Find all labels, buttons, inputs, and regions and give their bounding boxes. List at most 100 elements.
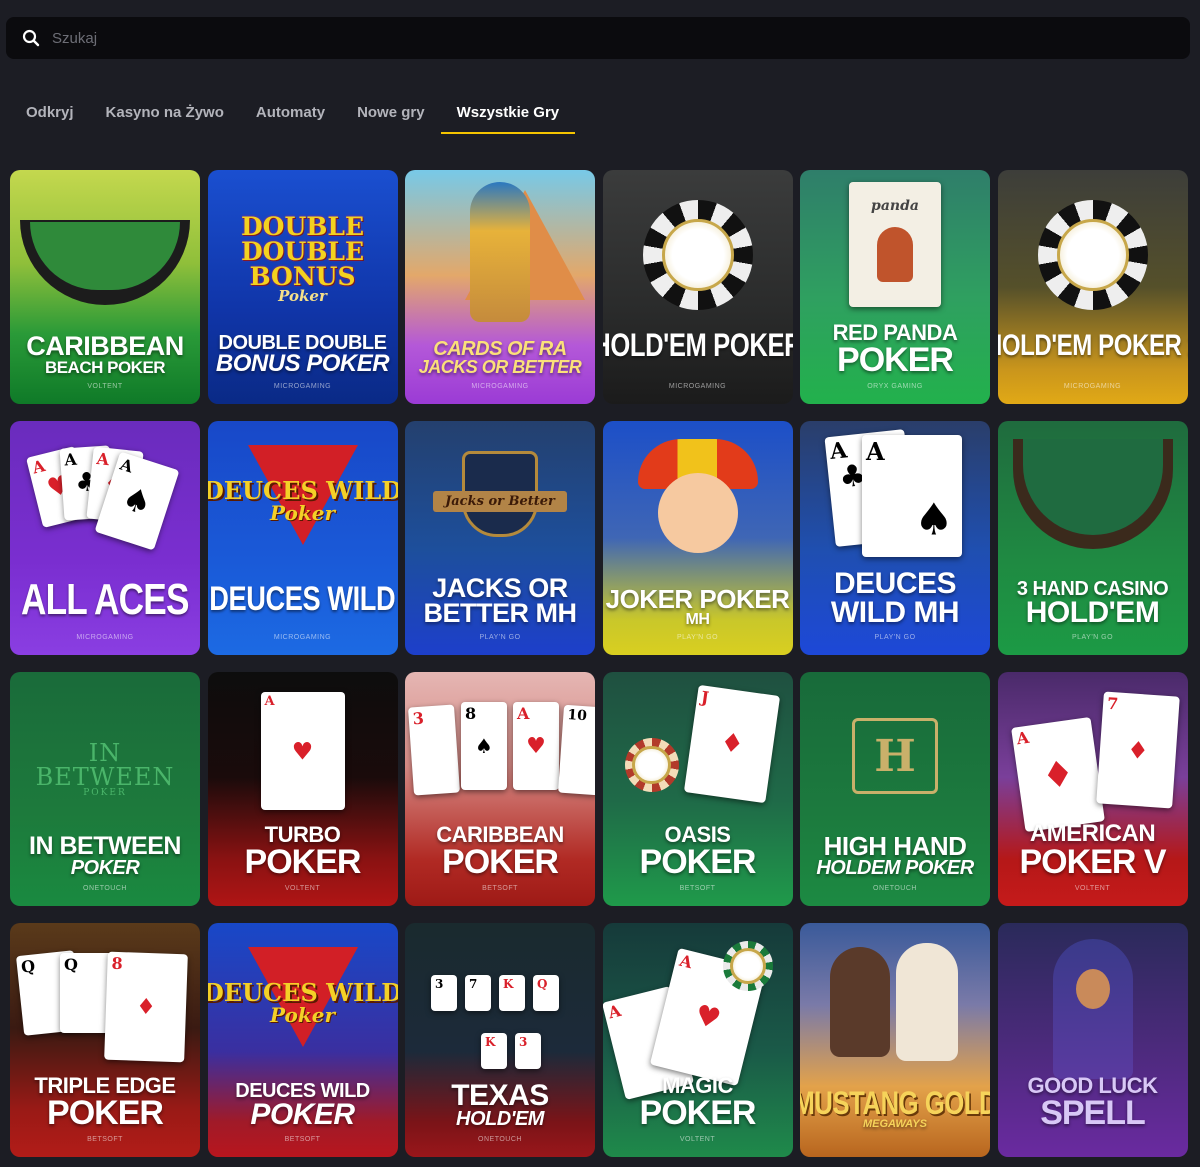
game-title-line1: HOLD'EM POKER — [602, 326, 793, 363]
game-provider: VOLTENT — [679, 1136, 716, 1143]
game-tile-all-aces[interactable]: A♥ A♣ A♦ A♠ ALL ACES MICROGAMING — [10, 421, 200, 655]
game-provider: BETSOFT — [679, 885, 716, 892]
game-tile-double-double-bonus-poker[interactable]: DOUBLE DOUBLE BONUS Poker DOUBLE DOUBLE … — [207, 170, 398, 404]
game-title-line2: POKER — [250, 1097, 355, 1131]
game-tile-oasis-poker[interactable]: J ♦ OASIS POKER BETSOFT — [602, 672, 793, 906]
tab-all-games[interactable]: Wszystkie Gry — [440, 96, 576, 134]
game-tile-american-poker-v[interactable]: A ♦ 7 ♦ AMERICAN POKER V VOLTENT — [997, 672, 1188, 906]
game-title-line1: CARIBBEAN — [26, 331, 184, 362]
poker-chip-icon — [624, 738, 679, 792]
search-input[interactable] — [50, 28, 1190, 48]
small-cards-art: 3 7 K Q K 3 — [405, 923, 595, 1097]
pharaoh-art — [405, 170, 595, 344]
game-title-line2: POKER — [837, 340, 954, 379]
game-provider: ONETOUCH — [83, 885, 127, 892]
game-title-line2: HOLD'EM — [1025, 595, 1160, 629]
hh-logo-art: H — [800, 672, 990, 846]
game-title-line2: SPELL — [1040, 1093, 1146, 1132]
deuces-logo: DEUCES WILD Poker — [208, 923, 398, 1097]
magic-cards-art: A A ♥ — [602, 923, 793, 1100]
horses-art — [800, 923, 990, 1097]
game-provider: VOLTENT — [284, 885, 321, 892]
game-title-line2: POKER — [442, 842, 559, 881]
game-tile-mustang-gold-megaways[interactable]: MUSTANG GOLD MEGAWAYS — [800, 923, 990, 1157]
game-tile-cards-of-ra[interactable]: CARDS OF RA JACKS OR BETTER MICROGAMING — [405, 170, 595, 404]
game-provider: BETSOFT — [284, 1136, 321, 1143]
game-provider: MICROGAMING — [668, 383, 727, 390]
game-provider: PLAY'N GO — [676, 634, 719, 641]
game-logo: DOUBLE DOUBLE BONUS Poker — [208, 170, 398, 344]
game-tile-deuces-wild-mh[interactable]: A ♣ A ♠ DEUCES WILD MH PLAY'N GO — [800, 421, 990, 655]
game-tile-jacks-or-better-mh[interactable]: Jacks or Better JACKS OR BETTER MH PLAY'… — [405, 421, 595, 655]
aces-cards-art: A♥ A♣ A♦ A♠ — [10, 421, 200, 595]
cards-fan-art: 3 8 ♠ A ♥ 10 — [405, 672, 595, 846]
game-tile-caribbean-poker[interactable]: 3 8 ♠ A ♥ 10 CARIBBEAN POKER BETSOFT — [405, 672, 595, 906]
game-title-line1: HIGH HAND — [823, 831, 967, 862]
game-title-line2: POKER — [47, 1093, 164, 1132]
game-tile-red-panda-poker[interactable]: panda RED PANDA POKER ORYX GAMING — [800, 170, 990, 404]
game-title-line2: POKER — [244, 842, 362, 881]
game-title-line1: MUSTANG GOLD — [800, 1085, 990, 1122]
game-provider: PLAY'N GO — [479, 634, 521, 641]
game-tile-turbo-poker[interactable]: A ♥ TURBO POKER VOLTENT — [207, 672, 398, 906]
ace-card-art: A ♥ — [208, 672, 398, 846]
poker-table-art — [10, 170, 200, 344]
game-title-line1: ALL ACES — [21, 575, 189, 625]
game-logo: IN BETWEEN POKER — [10, 672, 200, 846]
poker-chip-icon — [642, 200, 753, 310]
cards-art: Q Q 8 ♦ — [10, 923, 200, 1097]
game-provider: MICROGAMING — [76, 634, 134, 641]
game-title-line2: HOLDEM POKER — [816, 857, 974, 879]
game-provider: PLAY'N GO — [1071, 634, 1114, 641]
game-tile-triple-edge-poker[interactable]: Q Q 8 ♦ TRIPLE EDGE POKER BETSOFT — [10, 923, 200, 1157]
tab-live-casino[interactable]: Kasyno na Żywo — [90, 96, 240, 132]
search-bar[interactable] — [6, 17, 1190, 59]
poker-chip-icon — [1037, 200, 1148, 310]
game-provider: MICROGAMING — [273, 383, 332, 390]
game-title-line2: BETTER MH — [423, 598, 578, 629]
game-tile-3-hand-casino-holdem[interactable]: 3 HAND CASINO HOLD'EM PLAY'N GO — [997, 421, 1188, 655]
game-tile-texas-holdem[interactable]: 3 7 K Q K 3 TEXAS HOLD'EM ONETOUCH — [405, 923, 595, 1157]
category-tabs: Odkryj Kasyno na Żywo Automaty Nowe gry … — [10, 96, 576, 134]
game-tile-joker-poker-mh[interactable]: JOKER POKER MH PLAY'N GO — [602, 421, 793, 655]
game-provider: MICROGAMING — [471, 383, 529, 390]
game-tile-deuces-wild-poker[interactable]: DEUCES WILD Poker DEUCES WILD POKER BETS… — [207, 923, 398, 1157]
game-title-line1: JOKER POKER — [605, 584, 790, 615]
game-title-line2: POKER — [639, 1093, 757, 1132]
tab-slots[interactable]: Automaty — [240, 96, 341, 132]
game-provider: MICROGAMING — [273, 634, 332, 641]
game-title-line2: POKER — [639, 842, 757, 881]
game-title-line2: HOLD'EM — [456, 1108, 544, 1130]
game-provider: VOLTENT — [1074, 885, 1111, 892]
logo-text: DEUCES WILD — [207, 476, 398, 505]
game-title-line1: DEUCES — [833, 567, 957, 600]
game-tile-holdem-poker[interactable]: HOLD'EM POKER MICROGAMING — [602, 170, 793, 404]
game-provider: BETSOFT — [482, 885, 518, 892]
tab-new-games[interactable]: Nowe gry — [341, 96, 441, 132]
games-grid: CARIBBEAN BEACH POKER VOLTENT DOUBLE DOU… — [10, 170, 1188, 1157]
wizard-art — [998, 923, 1188, 1097]
game-tile-good-luck-spell[interactable]: GOOD LUCK SPELL — [997, 923, 1188, 1157]
game-title-line2: POKER V — [1019, 842, 1166, 881]
game-title-line2: BEACH POKER — [44, 357, 166, 377]
joker-art — [603, 421, 793, 595]
poker-chip-art — [603, 170, 793, 344]
game-tile-deuces-wild[interactable]: DEUCES WILD Poker DEUCES WILD MICROGAMIN… — [207, 421, 398, 655]
deuces-logo: DEUCES WILD Poker — [208, 421, 398, 595]
poker-chip-icon — [722, 941, 773, 991]
game-title-line1: IN BETWEEN — [29, 832, 181, 861]
jack-card-chips-art: J ♦ — [603, 672, 793, 846]
tab-discover[interactable]: Odkryj — [10, 96, 90, 132]
game-tile-in-between-poker[interactable]: IN BETWEEN POKER IN BETWEEN POKER ONETOU… — [10, 672, 200, 906]
game-tile-magic-poker[interactable]: A A ♥ MAGIC POKER VOLTENT — [602, 923, 793, 1157]
game-tile-caribbean-beach-poker[interactable]: CARIBBEAN BEACH POKER VOLTENT — [10, 170, 200, 404]
logo-text: DEUCES WILD — [207, 978, 398, 1007]
game-title-line2: BONUS POKER — [215, 350, 390, 378]
game-title-line1: DEUCES WILD — [209, 579, 396, 618]
game-title-line2: POKER — [70, 857, 140, 879]
game-provider: ORYX GAMING — [867, 383, 923, 390]
game-tile-holdem-poker-2[interactable]: HOLD'EM POKER 2 MICROGAMING — [997, 170, 1188, 404]
game-title-line2: JACKS OR BETTER — [418, 356, 582, 377]
game-tile-high-hand-holdem-poker[interactable]: H HIGH HAND HOLDEM POKER ONETOUCH — [800, 672, 990, 906]
jacks-shield-art: Jacks or Better — [405, 421, 595, 595]
